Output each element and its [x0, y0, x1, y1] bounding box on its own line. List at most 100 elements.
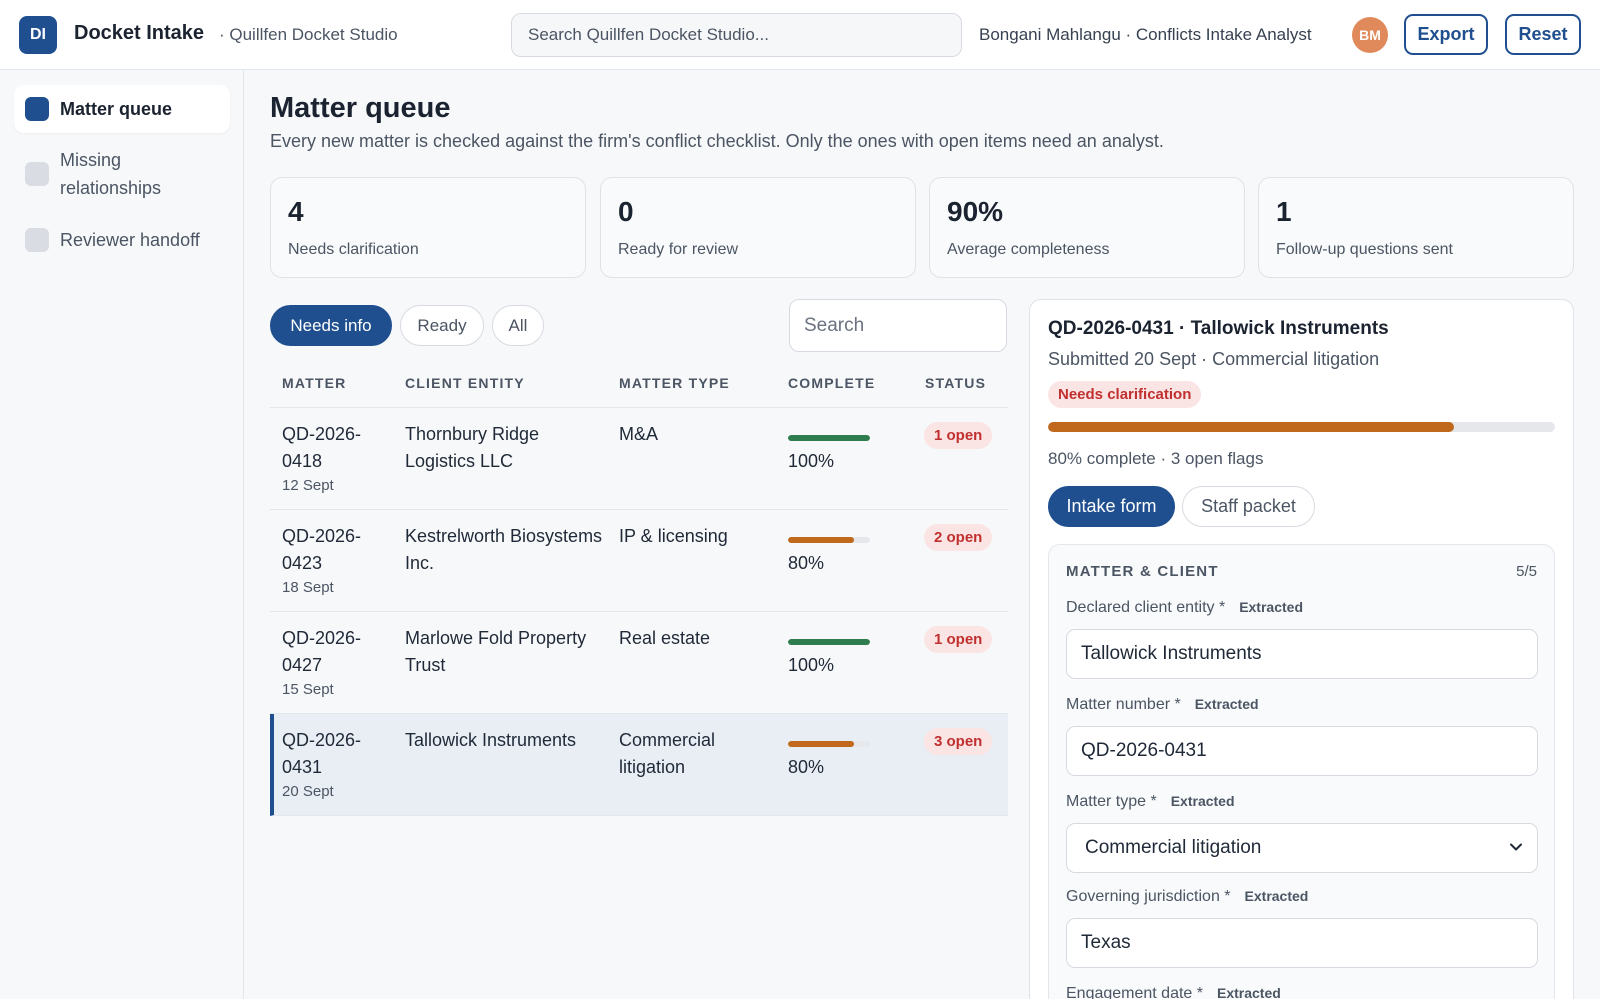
chevron-down-icon — [1510, 843, 1522, 851]
client-entity: Marlowe Fold Property Trust — [405, 628, 587, 675]
matter-type: M&A — [619, 424, 659, 444]
field-label-jurisdiction: Governing jurisdiction * Extracted — [1066, 888, 1308, 906]
stat-label: Needs clarification — [288, 241, 419, 258]
matter-number-field[interactable] — [1066, 726, 1538, 776]
column-header-client-entity[interactable]: CLIENT ENTITY — [405, 375, 525, 391]
matter-date: 20 Sept — [282, 783, 334, 800]
sidebar-item-reviewer-handoff[interactable]: Reviewer handoff — [14, 216, 230, 264]
stat-label: Average completeness — [947, 241, 1110, 258]
matter-date: 12 Sept — [282, 477, 334, 494]
detail-title: QD-2026-0431 · Tallowick Instruments — [1048, 318, 1389, 339]
matter-date: 18 Sept — [282, 579, 334, 596]
stat-label: Follow-up questions sent — [1276, 241, 1453, 258]
completeness-fill — [788, 435, 870, 441]
column-header-matter-type[interactable]: MATTER TYPE — [619, 375, 730, 391]
missing-relationships-icon — [25, 162, 49, 186]
extracted-tag: Extracted — [1170, 793, 1235, 809]
detail-progress-bar — [1048, 422, 1555, 432]
matter-id: QD-2026-0423 — [282, 526, 362, 573]
client-entity: Tallowick Instruments — [405, 730, 577, 750]
stat-card-follow-up-questions: 1 Follow-up questions sent — [1258, 177, 1574, 278]
field-label-text: Matter type * — [1066, 793, 1157, 810]
completeness-bar — [788, 537, 870, 543]
matter-client-section: MATTER & CLIENT 5/5 Declared client enti… — [1048, 544, 1555, 999]
stat-value: 0 — [618, 196, 634, 227]
completeness-fill — [788, 639, 870, 645]
filter-needs-info[interactable]: Needs info — [270, 305, 392, 346]
app-logo: DI — [19, 16, 57, 54]
matter-type-select[interactable]: Commercial litigation — [1066, 823, 1538, 873]
filter-ready[interactable]: Ready — [400, 305, 484, 346]
matter-id: QD-2026-0418 — [282, 424, 362, 471]
section-count: 5/5 — [1516, 563, 1537, 580]
filter-all[interactable]: All — [492, 305, 544, 346]
table-row[interactable]: QD-2026-0423 18 Sept Kestrelworth Biosys… — [270, 510, 1008, 612]
field-label-engagement-date: Engagement date * Extracted — [1066, 985, 1281, 999]
column-header-complete[interactable]: COMPLETE — [788, 375, 875, 391]
column-header-matter[interactable]: MATTER — [282, 375, 347, 391]
matter-type: IP & licensing — [619, 526, 728, 546]
field-label-matter-type: Matter type * Extracted — [1066, 793, 1235, 811]
detail-progress-fill — [1048, 422, 1454, 432]
status-badge: 1 open — [924, 422, 993, 449]
matter-type: Commercial litigation — [619, 730, 716, 777]
matter-date: 15 Sept — [282, 681, 334, 698]
stat-card-average-completeness: 90% Average completeness — [929, 177, 1245, 278]
matter-type: Real estate — [619, 628, 711, 648]
section-title: MATTER & CLIENT — [1066, 563, 1219, 580]
stat-label: Ready for review — [618, 241, 739, 258]
matter-id: QD-2026-0431 — [282, 730, 362, 777]
field-label-text: Matter number * — [1066, 696, 1181, 713]
field-label-matter-number: Matter number * Extracted — [1066, 696, 1259, 714]
jurisdiction-field[interactable] — [1066, 918, 1538, 968]
completeness-value: 80% — [788, 553, 825, 573]
stat-card-needs-clarification: 4 Needs clarification — [270, 177, 586, 278]
table-row[interactable]: QD-2026-0427 15 Sept Marlowe Fold Proper… — [270, 612, 1008, 714]
table-search-input[interactable] — [789, 299, 1007, 352]
tab-staff-packet[interactable]: Staff packet — [1182, 486, 1315, 527]
completeness-value: 100% — [788, 655, 835, 675]
extracted-tag: Extracted — [1239, 599, 1303, 615]
client-entity: Thornbury Ridge Logistics LLC — [405, 424, 540, 471]
field-label-text: Declared client entity * — [1066, 599, 1226, 616]
completeness-value: 80% — [788, 757, 825, 777]
table-row-selected[interactable]: QD-2026-0431 20 Sept Tallowick Instrumen… — [270, 714, 1008, 816]
completeness-fill — [788, 537, 854, 543]
table-row[interactable]: QD-2026-0418 12 Sept Thornbury Ridge Log… — [270, 408, 1008, 510]
detail-meta: 80% complete · 3 open flags — [1048, 449, 1264, 468]
completeness-bar — [788, 435, 870, 441]
completeness-bar — [788, 639, 870, 645]
sidebar-item-label: Missing relationships — [60, 150, 162, 198]
user-name: Bongani Mahlangu · Conflicts Intake Anal… — [979, 25, 1312, 44]
sidebar-item-matter-queue[interactable]: Matter queue — [14, 85, 230, 133]
global-search-input[interactable] — [511, 13, 962, 57]
stat-value: 90% — [947, 196, 1004, 227]
sidebar-item-missing-relationships[interactable]: Missing relationships — [14, 142, 230, 206]
field-label-text: Governing jurisdiction * — [1066, 888, 1231, 905]
matter-queue-icon — [25, 97, 49, 121]
status-badge: 2 open — [924, 524, 993, 551]
detail-subtitle: Submitted 20 Sept · Commercial litigatio… — [1048, 349, 1380, 369]
app-title: Docket Intake — [74, 22, 205, 44]
completeness-fill — [788, 741, 854, 747]
sidebar-item-label: Matter queue — [60, 99, 173, 119]
status-badge: Needs clarification — [1048, 381, 1202, 408]
sidebar-item-label: Reviewer handoff — [60, 230, 200, 250]
column-header-status[interactable]: STATUS — [925, 375, 986, 391]
page-title: Matter queue — [270, 92, 451, 124]
page-subtitle: Every new matter is checked against the … — [270, 131, 1164, 151]
stat-card-ready-for-review: 0 Ready for review — [600, 177, 916, 278]
client-entity-field[interactable] — [1066, 629, 1538, 679]
export-button[interactable]: Export — [1404, 14, 1488, 55]
avatar[interactable]: BM — [1352, 17, 1388, 53]
completeness-value: 100% — [788, 451, 835, 471]
select-value: Commercial litigation — [1085, 837, 1262, 858]
tab-intake-form[interactable]: Intake form — [1048, 486, 1175, 527]
reviewer-handoff-icon — [25, 228, 49, 252]
extracted-tag: Extracted — [1194, 696, 1259, 712]
sidebar: Matter queue Missing relationships Revie… — [0, 70, 244, 999]
stat-value: 4 — [288, 196, 304, 227]
extracted-tag: Extracted — [1244, 888, 1309, 904]
reset-button[interactable]: Reset — [1505, 14, 1581, 55]
completeness-bar — [788, 741, 870, 747]
